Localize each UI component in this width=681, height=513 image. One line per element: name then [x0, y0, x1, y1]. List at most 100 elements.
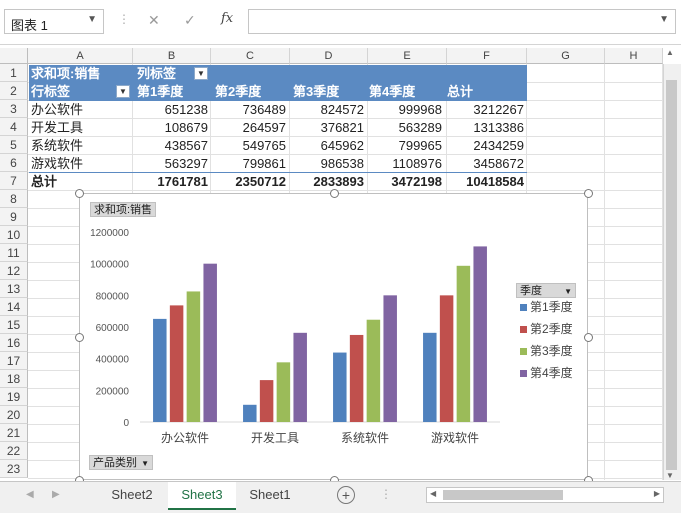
pivot-value-cell[interactable]: 799861 — [211, 155, 286, 172]
row-header[interactable]: 18 — [0, 370, 28, 388]
pivot-value-cell[interactable]: 563297 — [133, 155, 208, 172]
column-header[interactable]: F — [447, 48, 527, 64]
pivot-value-cell[interactable]: 108679 — [133, 119, 208, 136]
tab-sheet2[interactable]: Sheet2 — [100, 482, 164, 508]
row-header[interactable]: 6 — [0, 154, 28, 172]
row-header[interactable]: 22 — [0, 442, 28, 460]
y-tick-label: 800000 — [96, 291, 130, 302]
row-header[interactable]: 5 — [0, 136, 28, 154]
pivot-row-total[interactable]: 3458672 — [446, 155, 524, 172]
pivot-row-name[interactable]: 系统软件 — [31, 137, 83, 154]
column-header[interactable]: H — [605, 48, 663, 64]
row-header[interactable]: 2 — [0, 82, 28, 100]
pivot-row-name[interactable]: 开发工具 — [31, 119, 83, 136]
scroll-down-icon[interactable]: ▼ — [666, 471, 674, 480]
column-header[interactable]: D — [290, 48, 368, 64]
insert-function-button[interactable]: fx — [221, 11, 233, 26]
prev-sheet-icon[interactable]: ◀ — [26, 489, 34, 500]
column-header[interactable]: C — [211, 48, 290, 64]
column-header[interactable]: A — [28, 48, 133, 64]
pivot-row-total[interactable]: 3212267 — [446, 101, 524, 118]
horizontal-scroll-thumb[interactable] — [443, 490, 563, 500]
resize-handle[interactable] — [75, 332, 84, 342]
row-header[interactable]: 12 — [0, 262, 28, 280]
chevron-down-icon[interactable]: ▼ — [87, 14, 97, 25]
select-all-corner[interactable] — [0, 48, 28, 64]
pivot-value-cell[interactable]: 264597 — [211, 119, 286, 136]
formula-input[interactable]: ▼ — [248, 9, 676, 34]
scroll-right-icon[interactable]: ▶ — [654, 489, 660, 498]
pivot-row-total[interactable]: 1313386 — [446, 119, 524, 136]
grand-total-cell[interactable]: 3472198 — [362, 173, 442, 190]
pivot-value-cell[interactable]: 1108976 — [367, 155, 442, 172]
pivot-value-cell[interactable]: 645962 — [289, 137, 364, 154]
enter-icon[interactable]: ✓ — [184, 12, 196, 29]
grand-total-cell[interactable]: 2833893 — [284, 173, 364, 190]
grand-total-cell[interactable]: 2350712 — [206, 173, 286, 190]
row-header[interactable]: 13 — [0, 280, 28, 298]
axis-field-button[interactable]: 产品类别 ▼ — [89, 455, 153, 470]
row-header[interactable]: 8 — [0, 190, 28, 208]
column-filter-dropdown-icon[interactable]: ▼ — [194, 67, 208, 80]
tab-split-icon[interactable]: ⋮ — [380, 487, 392, 501]
pivot-value-cell[interactable]: 824572 — [289, 101, 364, 118]
tab-sheet3[interactable]: Sheet3 — [168, 482, 236, 510]
row-header[interactable]: 20 — [0, 406, 28, 424]
resize-handle[interactable] — [75, 189, 84, 198]
row-header[interactable]: 19 — [0, 388, 28, 406]
next-sheet-icon[interactable]: ▶ — [52, 489, 60, 500]
pivot-value-field[interactable]: 求和项:销售 — [31, 65, 101, 82]
pivot-value-cell[interactable]: 549765 — [211, 137, 286, 154]
y-tick-label: 1000000 — [90, 260, 129, 271]
pivot-value-cell[interactable]: 999968 — [367, 101, 442, 118]
resize-handle[interactable] — [329, 189, 339, 198]
row-header[interactable]: 11 — [0, 244, 28, 262]
pivot-value-cell[interactable]: 736489 — [211, 101, 286, 118]
vertical-scroll-thumb[interactable] — [666, 80, 677, 470]
row-header[interactable]: 21 — [0, 424, 28, 442]
gridline — [604, 64, 605, 480]
name-box[interactable]: 图表 1 ▼ — [4, 9, 104, 34]
row-header[interactable]: 16 — [0, 334, 28, 352]
pivot-chart[interactable]: 求和项:销售 0 200000 400000 600000 800000 1000000 1… — [79, 193, 588, 480]
pivot-row-total[interactable]: 2434259 — [446, 137, 524, 154]
pivot-row-label[interactable]: 行标签 — [31, 83, 71, 100]
expand-formula-icon[interactable]: ▼ — [659, 14, 669, 25]
row-header[interactable]: 14 — [0, 298, 28, 316]
row-header[interactable]: 9 — [0, 208, 28, 226]
row-header[interactable]: 23 — [0, 460, 28, 478]
grand-total-cell[interactable]: 1761781 — [128, 173, 208, 190]
legend-entry: 第2季度 — [530, 321, 573, 336]
scroll-left-icon[interactable]: ◀ — [430, 489, 436, 498]
scroll-up-icon[interactable]: ▲ — [666, 48, 674, 57]
legend-field-button[interactable]: 季度 ▼ — [516, 283, 576, 298]
grand-total-cell[interactable]: 10418584 — [444, 173, 524, 190]
horizontal-scrollbar[interactable]: ◀ ▶ — [426, 487, 664, 503]
pivot-value-cell[interactable]: 376821 — [289, 119, 364, 136]
row-header[interactable]: 10 — [0, 226, 28, 244]
pivot-row-name[interactable]: 办公软件 — [31, 101, 83, 118]
pivot-row-name[interactable]: 游戏软件 — [31, 155, 83, 172]
row-header[interactable]: 17 — [0, 352, 28, 370]
pivot-value-cell[interactable]: 651238 — [133, 101, 208, 118]
resize-handle[interactable] — [584, 332, 593, 342]
pivot-value-cell[interactable]: 799965 — [367, 137, 442, 154]
cancel-icon[interactable]: ✕ — [148, 12, 160, 29]
row-header[interactable]: 15 — [0, 316, 28, 334]
column-header[interactable]: E — [368, 48, 447, 64]
more-dots-icon[interactable]: ⋮ — [118, 12, 130, 26]
resize-handle[interactable] — [584, 189, 593, 198]
pivot-column-label[interactable]: 列标签 — [137, 65, 177, 82]
column-header[interactable]: G — [527, 48, 605, 64]
row-header[interactable]: 7 — [0, 172, 28, 190]
row-filter-dropdown-icon[interactable]: ▼ — [116, 85, 130, 98]
column-header[interactable]: B — [133, 48, 211, 64]
row-header[interactable]: 1 — [0, 64, 28, 82]
row-header[interactable]: 4 — [0, 118, 28, 136]
pivot-value-cell[interactable]: 563289 — [367, 119, 442, 136]
pivot-value-cell[interactable]: 438567 — [133, 137, 208, 154]
row-header[interactable]: 3 — [0, 100, 28, 118]
pivot-value-cell[interactable]: 986538 — [289, 155, 364, 172]
tab-sheet1[interactable]: Sheet1 — [238, 482, 302, 508]
add-sheet-button[interactable]: + — [337, 486, 355, 504]
